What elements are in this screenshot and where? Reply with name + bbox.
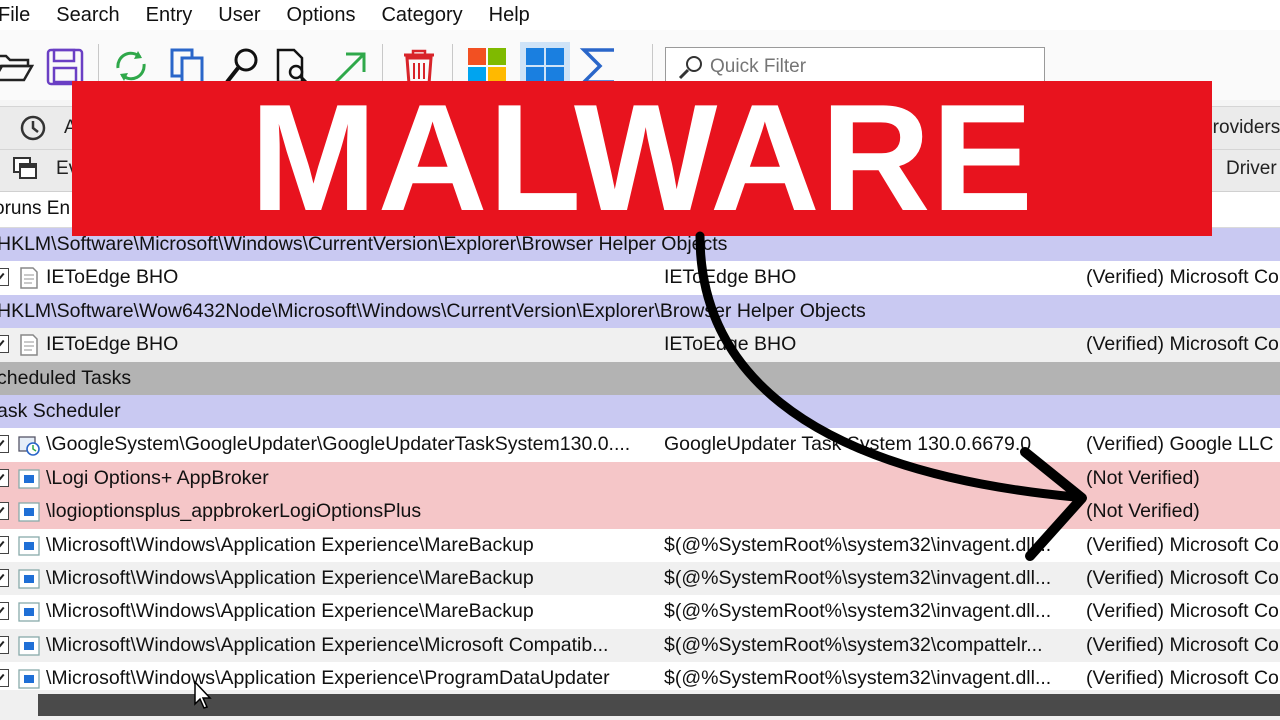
- table-row[interactable]: \Microsoft\Windows\Application Experienc…: [0, 628, 1280, 663]
- task-icon: [18, 535, 40, 556]
- section-title: cheduled Tasks: [0, 366, 132, 389]
- menu-category[interactable]: Category: [368, 4, 475, 27]
- entry-description: $(@%SystemRoot%\system32\invagent.dll...: [664, 533, 1052, 556]
- registry-key-row[interactable]: HKLM\Software\Wow6432Node\Microsoft\Wind…: [0, 294, 1280, 329]
- entry-name: IEToEdge BHO: [46, 266, 179, 289]
- entry-publisher: (Verified) Microsoft Co: [1086, 633, 1279, 656]
- refresh-icon[interactable]: [110, 46, 152, 86]
- bho-icon: [20, 267, 38, 290]
- table-row[interactable]: IEToEdge BHO IEToEdge BHO (Verified) Mic…: [0, 328, 1280, 362]
- entries-grid: HKLM\Software\Microsoft\Windows\CurrentV…: [0, 228, 1280, 690]
- bho-icon: [20, 334, 38, 356]
- table-row[interactable]: \Logi Options+ AppBroker (Not Verified): [0, 461, 1280, 496]
- entry-publisher: (Verified) Google LLC: [1086, 433, 1274, 456]
- entry-checkbox[interactable]: [0, 568, 9, 587]
- open-icon[interactable]: [0, 46, 34, 86]
- table-row[interactable]: \logioptionsplus_appbrokerLogiOptionsPlu…: [0, 495, 1280, 529]
- menu-entry[interactable]: Entry: [133, 4, 206, 27]
- task-icon: [18, 469, 40, 489]
- menu-bar: File Search Entry User Options Category …: [0, 0, 1280, 30]
- entry-checkbox[interactable]: [0, 635, 9, 654]
- menu-help[interactable]: Help: [476, 4, 543, 27]
- entry-publisher: (Verified) Microsoft Co: [1086, 566, 1279, 589]
- entry-publisher: (Not Verified): [1086, 500, 1200, 523]
- banner-text: MALWARE: [72, 81, 1212, 236]
- entry-name: \Logi Options+ AppBroker: [46, 466, 269, 489]
- clock-icon: [20, 115, 46, 141]
- entry-publisher: (Verified) Microsoft Co: [1086, 333, 1279, 356]
- scrollbar-thumb[interactable]: [38, 694, 1280, 716]
- entry-description: $(@%SystemRoot%\system32\invagent.dll...: [664, 600, 1052, 623]
- entry-name: \Microsoft\Windows\Application Experienc…: [46, 566, 534, 589]
- entry-name: IEToEdge BHO: [46, 333, 179, 356]
- key-path: HKLM\Software\Wow6432Node\Microsoft\Wind…: [0, 299, 866, 322]
- entry-publisher: (Not Verified): [1086, 466, 1200, 489]
- entry-name: \logioptionsplus_appbrokerLogiOptionsPlu…: [46, 500, 422, 523]
- section-row[interactable]: cheduled Tasks: [0, 361, 1280, 395]
- table-row[interactable]: IEToEdge BHO IEToEdge BHO (Verified) Mic…: [0, 261, 1280, 295]
- menu-file[interactable]: File: [0, 4, 43, 27]
- horizontal-scrollbar[interactable]: [0, 690, 1280, 720]
- entry-publisher: (Verified) Microsoft Co: [1086, 600, 1279, 623]
- table-row[interactable]: \Microsoft\Windows\Application Experienc…: [0, 528, 1280, 562]
- windows-stack-icon: [13, 157, 37, 179]
- entry-publisher: (Verified) Microsoft Co: [1086, 533, 1279, 556]
- task-icon: [18, 602, 40, 622]
- table-row[interactable]: \Microsoft\Windows\Application Experienc…: [0, 662, 1280, 690]
- menu-search[interactable]: Search: [43, 4, 132, 27]
- column-header-entry[interactable]: oruns En: [0, 198, 70, 220]
- menu-user[interactable]: User: [205, 4, 273, 27]
- malware-banner: MALWARE: [72, 81, 1212, 236]
- entry-checkbox[interactable]: [0, 335, 9, 354]
- entry-checkbox[interactable]: [0, 535, 9, 554]
- entry-name: \Microsoft\Windows\Application Experienc…: [46, 533, 534, 556]
- entry-description: IEToEdge BHO: [664, 333, 797, 356]
- tab-drivers[interactable]: Driver: [1226, 158, 1277, 180]
- entry-description: $(@%SystemRoot%\system32\compattelr...: [664, 633, 1043, 656]
- menu-options[interactable]: Options: [274, 4, 369, 27]
- task-icon: [18, 636, 40, 656]
- task-icon: [18, 569, 40, 589]
- entry-publisher: (Verified) Microsoft Co: [1086, 667, 1279, 690]
- mouse-cursor-icon: [194, 680, 212, 709]
- task-icon: [18, 669, 40, 689]
- table-row[interactable]: \Microsoft\Windows\Application Experienc…: [0, 595, 1280, 629]
- save-icon[interactable]: [44, 46, 86, 86]
- registry-key-row[interactable]: ask Scheduler: [0, 394, 1280, 429]
- entry-checkbox[interactable]: [0, 669, 9, 688]
- entry-description: GoogleUpdater Task System 130.0.6679.0: [664, 433, 1032, 456]
- table-row[interactable]: \Microsoft\Windows\Application Experienc…: [0, 561, 1280, 596]
- entry-checkbox[interactable]: [0, 502, 9, 521]
- entry-name: \GoogleSystem\GoogleUpdater\GoogleUpdate…: [46, 433, 631, 456]
- entry-description: IEToEdge BHO: [664, 266, 797, 289]
- google-task-icon: [18, 436, 40, 457]
- entry-checkbox[interactable]: [0, 468, 9, 487]
- entry-checkbox[interactable]: [0, 268, 9, 287]
- task-icon: [18, 502, 40, 522]
- tab-providers[interactable]: Providers: [1200, 117, 1280, 139]
- entry-name: \Microsoft\Windows\Application Experienc…: [46, 667, 610, 690]
- copy-icon[interactable]: [166, 46, 208, 86]
- entry-name: \Microsoft\Windows\Application Experienc…: [46, 600, 534, 623]
- entry-publisher: (Verified) Microsoft Co: [1086, 266, 1279, 289]
- entry-checkbox[interactable]: [0, 602, 9, 621]
- key-path: ask Scheduler: [0, 399, 121, 422]
- entry-checkbox[interactable]: [0, 435, 9, 454]
- entry-name: \Microsoft\Windows\Application Experienc…: [46, 633, 609, 656]
- entry-description: $(@%SystemRoot%\system32\invagent.dll...: [664, 566, 1052, 589]
- table-row[interactable]: \GoogleSystem\GoogleUpdater\GoogleUpdate…: [0, 428, 1280, 462]
- entry-description: $(@%SystemRoot%\system32\invagent.dll...: [664, 667, 1052, 690]
